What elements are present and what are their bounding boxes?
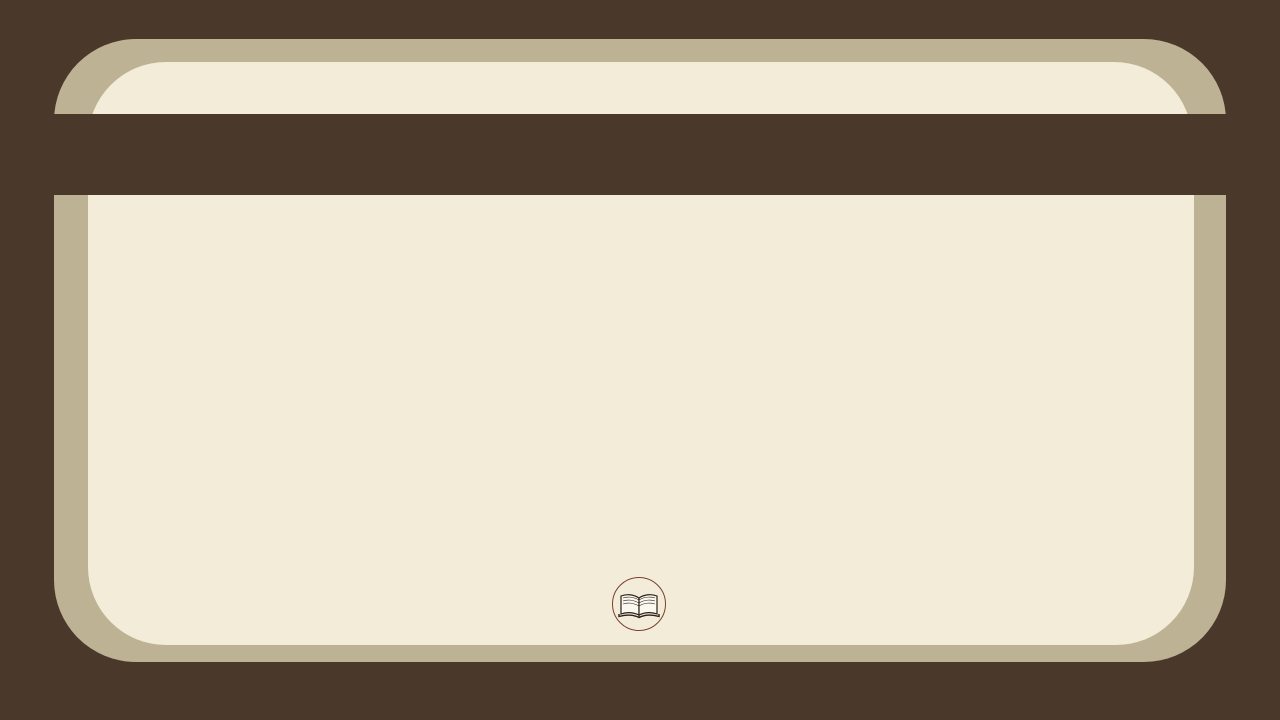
book-badge (612, 577, 666, 631)
open-book-icon (618, 594, 660, 619)
slide (0, 0, 1280, 720)
content-panel (88, 150, 1194, 645)
slide-title (54, 114, 1226, 195)
title-band (54, 114, 1226, 195)
